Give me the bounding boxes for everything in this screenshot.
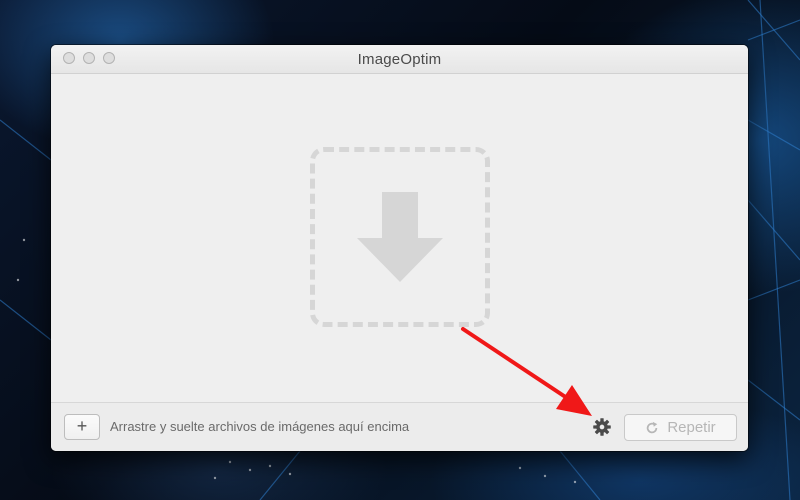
drop-hint-text: Arrastre y suelte archivos de imágenes a…: [110, 419, 410, 434]
imageoptim-window: ImageOptim + Arrastre y suelte archivos …: [51, 45, 748, 451]
refresh-icon: [647, 421, 658, 433]
window-title: ImageOptim: [357, 51, 442, 68]
add-files-button[interactable]: +: [64, 414, 100, 440]
gear-icon: [593, 418, 611, 436]
window-titlebar[interactable]: ImageOptim: [51, 45, 748, 74]
repeat-button-label: Repetir: [667, 419, 716, 436]
repeat-button[interactable]: Repetir: [624, 414, 737, 441]
drop-area[interactable]: [51, 74, 748, 402]
bottom-toolbar: + Arrastre y suelte archivos de imágenes…: [51, 402, 748, 451]
drop-zone[interactable]: [310, 147, 490, 327]
download-arrow-icon: [357, 192, 443, 282]
settings-button[interactable]: [592, 417, 612, 437]
